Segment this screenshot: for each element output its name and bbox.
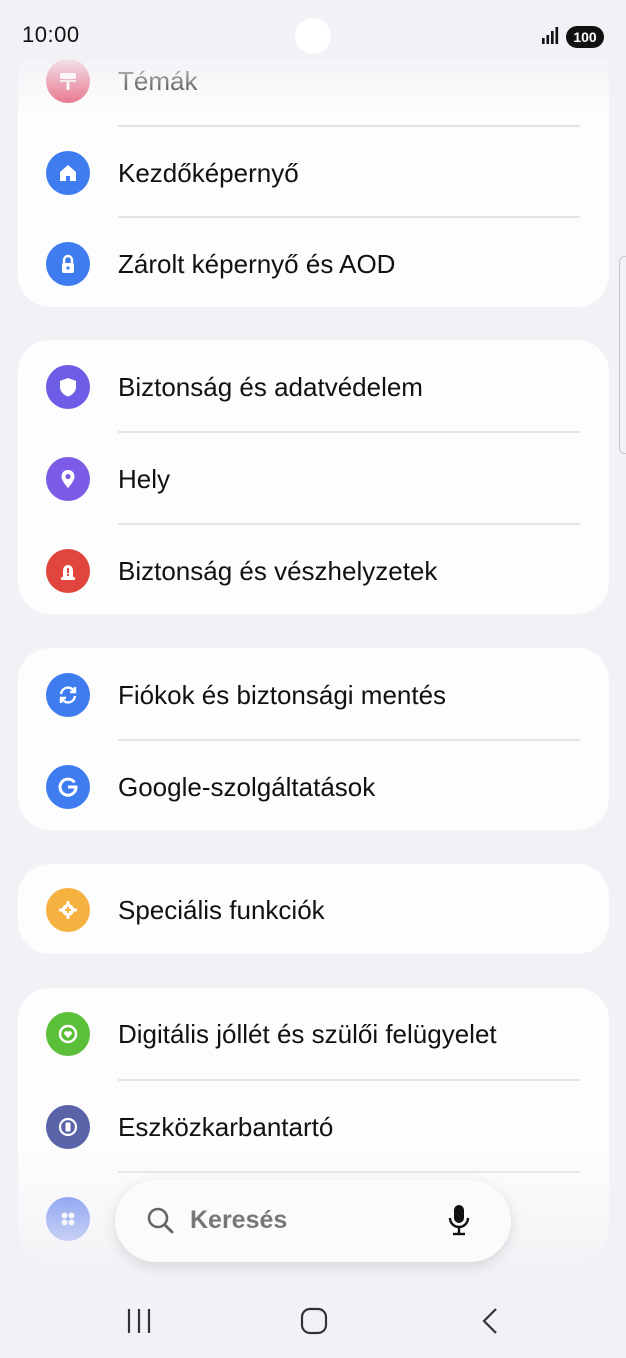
settings-group-accounts: Fiókok és biztonsági mentés Google-szolg…	[18, 648, 609, 830]
recents-icon[interactable]	[126, 1306, 154, 1336]
settings-item-label: Kezdőképernyő	[118, 158, 299, 188]
home-icon	[46, 151, 90, 195]
settings-item-label: Google-szolgáltatások	[118, 772, 376, 802]
settings-group-advanced: Speciális funkciók	[18, 864, 609, 954]
search-icon	[147, 1207, 174, 1234]
settings-item-label: Digitális jóllét és szülői felügyelet	[118, 1019, 497, 1049]
settings-item-label: Fiókok és biztonsági mentés	[118, 680, 447, 710]
google-g-icon	[46, 765, 90, 809]
status-bar: 10:00 100	[0, 0, 626, 60]
back-icon[interactable]	[478, 1306, 502, 1336]
settings-item-label: Zárolt képernyő és AOD	[118, 249, 396, 279]
heart-circle-icon	[46, 1012, 90, 1056]
settings-item-advanced-features[interactable]: Speciális funkciók	[18, 864, 609, 956]
settings-group-display: Témák Kezdőképernyő Zárolt képernyő és A…	[18, 35, 609, 307]
search-bar[interactable]: Keresés	[115, 1180, 511, 1262]
lock-icon	[46, 242, 90, 286]
settings-item-label: Biztonság és adatvédelem	[118, 372, 423, 402]
scroll-indicator[interactable]	[619, 256, 626, 454]
settings-item-location[interactable]: Hely	[18, 433, 609, 525]
signal-icon	[542, 27, 559, 44]
settings-item-digital-wellbeing[interactable]: Digitális jóllét és szülői felügyelet	[18, 988, 609, 1080]
navigation-bar	[0, 1290, 626, 1358]
settings-item-label: Eszközkarbantartó	[118, 1112, 334, 1142]
sync-icon	[46, 673, 90, 717]
settings-item-label: Biztonság és vészhelyzetek	[118, 556, 438, 586]
settings-item-accounts-backup[interactable]: Fiókok és biztonsági mentés	[18, 649, 609, 741]
device-care-icon	[46, 1105, 90, 1149]
settings-item-home-screen[interactable]: Kezdőképernyő	[18, 127, 609, 219]
settings-item-device-care[interactable]: Eszközkarbantartó	[18, 1081, 609, 1173]
settings-item-label: Hely	[118, 464, 171, 494]
phone-screen: 10:00 100 Témák Kezdőképernyő Zárolt kép…	[0, 0, 626, 1358]
battery-indicator: 100	[566, 26, 604, 48]
settings-item-label: Speciális funkciók	[118, 895, 325, 925]
settings-item-security-privacy[interactable]: Biztonság és adatvédelem	[18, 341, 609, 433]
home-nav-icon[interactable]	[300, 1306, 328, 1336]
microphone-icon[interactable]	[448, 1203, 470, 1237]
settings-item-label: Témák	[118, 66, 198, 96]
front-camera	[295, 18, 331, 54]
paint-roller-icon	[46, 59, 90, 103]
shield-icon	[46, 365, 90, 409]
settings-item-safety-emergency[interactable]: Biztonság és vészhelyzetek	[18, 525, 609, 617]
emergency-siren-icon	[46, 549, 90, 593]
settings-item-lock-screen[interactable]: Zárolt képernyő és AOD	[18, 218, 609, 310]
settings-item-google-services[interactable]: Google-szolgáltatások	[18, 741, 609, 833]
location-pin-icon	[46, 457, 90, 501]
status-time: 10:00	[22, 22, 80, 47]
apps-icon	[46, 1197, 90, 1241]
settings-group-security: Biztonság és adatvédelem Hely Biztonság …	[18, 340, 609, 614]
gear-plus-icon	[46, 888, 90, 932]
search-placeholder: Keresés	[190, 1206, 288, 1234]
